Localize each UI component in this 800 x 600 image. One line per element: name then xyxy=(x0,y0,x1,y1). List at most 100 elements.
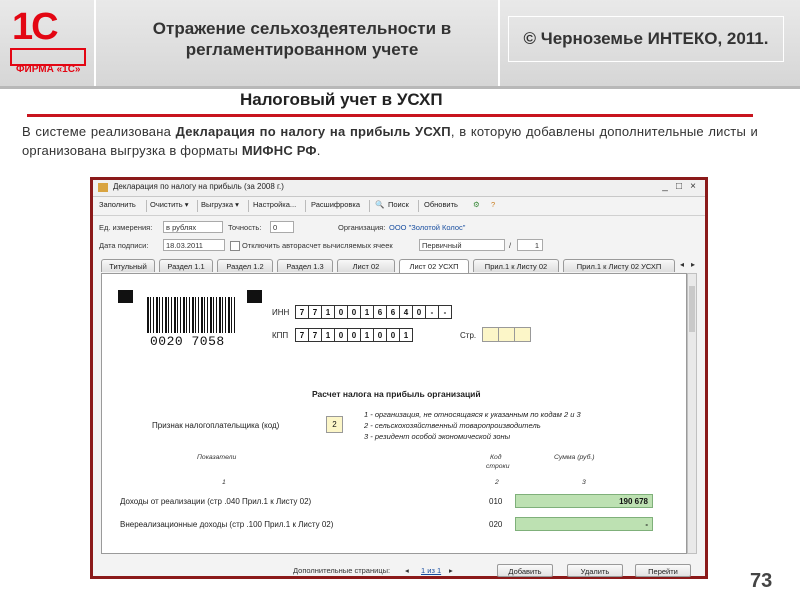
tab-appendix-1[interactable]: Прил.1 к Листу 02 xyxy=(473,259,559,272)
goto-page-button[interactable]: Перейти xyxy=(635,564,691,577)
form-marker-square xyxy=(118,290,133,303)
inn-label: ИНН xyxy=(272,308,290,317)
kpp-digit: 0 xyxy=(347,328,361,342)
payer-option: 2 - сельскохозяйственный товаропроизводи… xyxy=(364,421,541,430)
header-divider xyxy=(498,0,500,86)
toolbar: Заполнить Очистить ▾ Выгрузка ▾ Настройк… xyxy=(93,197,705,216)
row-code: 010 xyxy=(489,497,503,506)
row-code: 020 xyxy=(489,520,503,529)
page-number-cell xyxy=(482,327,499,342)
row-sum-cell[interactable]: - xyxy=(515,517,653,531)
units-select[interactable]: в рублях xyxy=(163,221,223,233)
organization-value[interactable]: ООО "Золотой Колос" xyxy=(389,223,465,232)
tab-sheet-02[interactable]: Лист 02 xyxy=(337,259,395,272)
window-titlebar: Декларация по налогу на прибыль (за 2008… xyxy=(93,180,705,197)
inn-digit: 6 xyxy=(386,305,400,319)
inn-digit: 1 xyxy=(360,305,374,319)
autocalc-label: Отключить авторасчет вычисляемых ячеек xyxy=(242,241,393,250)
row-sum-cell[interactable]: 190 678 xyxy=(515,494,653,508)
column-number: 1 xyxy=(222,479,226,486)
date-row: Дата подписи: 18.03.2011 Отключить автор… xyxy=(93,238,705,254)
tab-section-1-2[interactable]: Раздел 1.2 xyxy=(217,259,273,272)
tab-scroll-right-icon[interactable]: ▸ xyxy=(691,260,695,269)
window-title: Декларация по налогу на прибыль (за 2008… xyxy=(113,182,284,191)
refresh-button[interactable]: Обновить xyxy=(424,200,458,209)
extra-pages-label: Дополнительные страницы: xyxy=(293,566,391,575)
copyright-notice: © Черноземье ИНТЕКО, 2011. xyxy=(508,16,784,62)
column-header-indicators: Показатели xyxy=(197,454,237,461)
inn-digit: - xyxy=(438,305,452,319)
payer-code-input[interactable]: 2 xyxy=(326,416,343,433)
autocalc-checkbox[interactable] xyxy=(230,241,240,251)
inn-digit: 4 xyxy=(399,305,413,319)
minimize-button[interactable]: _ xyxy=(659,181,671,193)
desc-text: В системе реализована xyxy=(22,124,176,139)
toolbar-separator xyxy=(146,200,147,212)
slide-title: Отражение сельхоздеятельности в регламен… xyxy=(152,19,452,59)
tab-title-page[interactable]: Титульный xyxy=(101,259,155,272)
search-button[interactable]: Поиск xyxy=(388,200,409,209)
inn-cells[interactable]: 7 7 1 0 0 1 6 6 4 0 - - xyxy=(295,305,452,319)
page-next-icon[interactable]: ▸ xyxy=(449,566,453,575)
logo-firm-label: ФИРМА «1С» xyxy=(16,64,81,75)
delete-page-button[interactable]: Удалить xyxy=(567,564,623,577)
desc-bold-declaration: Декларация по налогу на прибыль УСХП xyxy=(175,124,451,139)
settings-gear-icon[interactable]: ⚙ xyxy=(473,200,480,209)
decode-button[interactable]: Расшифровка xyxy=(311,200,360,209)
inn-digit: 7 xyxy=(295,305,309,319)
correction-number-input[interactable]: 1 xyxy=(517,239,543,251)
payer-sign-label: Признак налогоплательщика (код) xyxy=(152,421,280,430)
page-navigator[interactable]: 1 из 1 xyxy=(421,566,441,575)
toolbar-separator xyxy=(418,200,419,212)
kpp-digit: 7 xyxy=(308,328,322,342)
inn-digit: - xyxy=(425,305,439,319)
inn-digit: 1 xyxy=(321,305,335,319)
kpp-digit: 1 xyxy=(360,328,374,342)
header-divider xyxy=(94,0,96,86)
help-icon[interactable]: ? xyxy=(491,200,495,209)
1c-logo: 1С ФИРМА «1С» xyxy=(8,6,86,76)
vertical-scrollbar[interactable] xyxy=(687,273,697,554)
units-row: Ед. измерения: в рублях Точность: 0 Орга… xyxy=(93,220,705,236)
export-button[interactable]: Выгрузка ▾ xyxy=(201,200,239,209)
inn-digit: 0 xyxy=(347,305,361,319)
page-prev-icon[interactable]: ◂ xyxy=(405,566,409,575)
kpp-cells[interactable]: 7 7 1 0 0 1 0 0 1 xyxy=(295,328,413,342)
add-page-button[interactable]: Добавить xyxy=(497,564,553,577)
tab-sheet-02-usxp[interactable]: Лист 02 УСХП xyxy=(399,259,469,273)
close-button[interactable]: × xyxy=(687,181,699,193)
declaration-form: 0020 7058 ИНН 7 7 1 0 0 1 6 6 4 0 - - КП… xyxy=(101,273,687,554)
tab-section-1-1[interactable]: Раздел 1.1 xyxy=(159,259,213,272)
precision-input[interactable]: 0 xyxy=(270,221,294,233)
organization-label: Организация: xyxy=(338,223,386,232)
inn-digit: 0 xyxy=(412,305,426,319)
red-divider xyxy=(27,114,753,117)
column-header-code: строки xyxy=(486,463,510,470)
barcode-number: 0020 7058 xyxy=(150,334,225,349)
settings-button[interactable]: Настройка... xyxy=(253,200,296,209)
declaration-kind-select[interactable]: Первичный xyxy=(419,239,505,251)
inn-digit: 0 xyxy=(334,305,348,319)
slide-header: 1С ФИРМА «1С» Отражение сельхоздеятельно… xyxy=(0,0,800,86)
row-label: Внереализационные доходы (стр .100 Прил.… xyxy=(120,520,334,529)
clear-button[interactable]: Очистить ▾ xyxy=(150,200,189,209)
tab-section-1-3[interactable]: Раздел 1.3 xyxy=(277,259,333,272)
search-icon[interactable]: 🔍 xyxy=(375,200,384,209)
tab-appendix-1-usxp[interactable]: Прил.1 к Листу 02 УСХП xyxy=(563,259,675,272)
payer-option: 1 - организация, не относящаяся к указан… xyxy=(364,410,581,419)
slide-subtitle: Налоговый учет в УСХП xyxy=(240,90,443,109)
kpp-digit: 7 xyxy=(295,328,309,342)
header-underline xyxy=(0,86,800,89)
toolbar-separator xyxy=(248,200,249,212)
maximize-button[interactable]: □ xyxy=(673,181,685,193)
kpp-digit: 1 xyxy=(321,328,335,342)
fill-button[interactable]: Заполнить xyxy=(99,200,136,209)
column-header-code: Код xyxy=(490,454,502,461)
tab-scroll-left-icon[interactable]: ◂ xyxy=(680,260,684,269)
sign-date-input[interactable]: 18.03.2011 xyxy=(163,239,225,251)
scrollbar-thumb[interactable] xyxy=(689,286,695,332)
page-number-cells[interactable] xyxy=(482,327,531,342)
kpp-label: КПП xyxy=(272,331,289,340)
tab-bar: Титульный Раздел 1.1 Раздел 1.2 Раздел 1… xyxy=(101,259,701,273)
kpp-digit: 0 xyxy=(334,328,348,342)
